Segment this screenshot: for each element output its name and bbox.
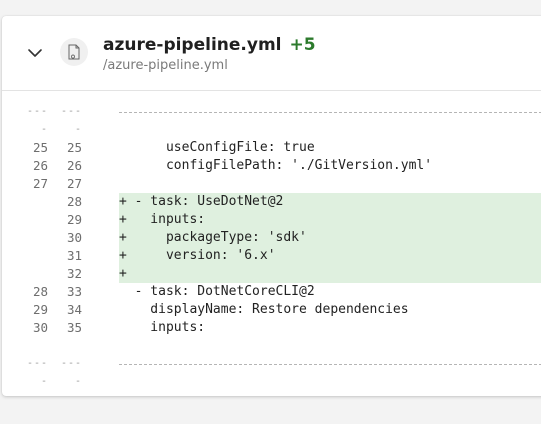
new-line-number: 29: [66, 212, 82, 227]
added-lines-count: +5: [289, 35, 316, 55]
diff-separator: ---- ----: [2, 355, 541, 387]
diff-line: [2, 337, 541, 355]
new-line-number: 33: [66, 284, 82, 299]
new-line-number: 34: [66, 302, 82, 317]
diff-line: 29 34 displayName: Restore dependencies: [2, 301, 541, 319]
new-line-number: 31: [66, 248, 82, 263]
hidden-lines-divider[interactable]: [119, 364, 541, 365]
diff-line-added: 29 + inputs:: [2, 211, 541, 229]
diff-line: 26 26 configFilePath: './GitVersion.yml': [2, 157, 541, 175]
code-text: + inputs:: [119, 211, 541, 229]
diff-line-added: 28 + - task: UseDotNet@2: [2, 193, 541, 211]
hidden-lines-divider[interactable]: [119, 112, 541, 113]
chevron-down-icon[interactable]: [26, 44, 44, 62]
diff-line-added: 30 + packageType: 'sdk': [2, 229, 541, 247]
new-line-number: 25: [66, 140, 82, 155]
file-header: azure-pipeline.yml +5 /azure-pipeline.yml: [2, 16, 541, 91]
file-name[interactable]: azure-pipeline.yml: [103, 35, 282, 55]
new-line-number: 27: [66, 176, 82, 191]
diff-line: 28 33 - task: DotNetCoreCLI@2: [2, 283, 541, 301]
code-text: inputs:: [119, 320, 206, 335]
code-text: + version: '6.x': [119, 247, 541, 265]
old-line-number: 27: [32, 176, 48, 191]
diff-line-added: 31 + version: '6.x': [2, 247, 541, 265]
code-text: useConfigFile: true: [119, 140, 315, 155]
new-line-number: 32: [66, 266, 82, 281]
file-title[interactable]: azure-pipeline.yml +5: [103, 35, 316, 55]
code-text: configFilePath: './GitVersion.yml': [119, 158, 433, 173]
diff-line: [2, 121, 541, 139]
new-line-number: 28: [66, 194, 82, 209]
old-line-number: 30: [32, 320, 48, 335]
code-text: + - task: UseDotNet@2: [119, 193, 541, 211]
file-path: /azure-pipeline.yml: [103, 58, 228, 73]
diff-separator: ---- ----: [2, 103, 541, 135]
diff-view: ---- ---- 25 25 useConfigFile: true 26 26 con…: [2, 103, 541, 387]
file-icon: [60, 38, 88, 66]
new-line-number: 26: [66, 158, 82, 173]
old-line-number: 29: [32, 302, 48, 317]
code-text: - task: DotNetCoreCLI@2: [119, 284, 315, 299]
new-line-number: 35: [66, 320, 82, 335]
new-line-number: 30: [66, 230, 82, 245]
new-line-number: ----: [60, 358, 82, 387]
diff-line: 27 27: [2, 175, 541, 193]
diff-line: 25 25 useConfigFile: true: [2, 139, 541, 157]
old-line-number: 25: [32, 140, 48, 155]
diff-line-added: 32 +: [2, 265, 541, 283]
old-line-number: 28: [32, 284, 48, 299]
old-line-number: ----: [26, 358, 48, 387]
code-text: displayName: Restore dependencies: [119, 302, 409, 317]
old-line-number: 26: [32, 158, 48, 173]
code-text: +: [119, 265, 541, 283]
diff-card: azure-pipeline.yml +5 /azure-pipeline.yml…: [2, 16, 541, 396]
code-text: + packageType: 'sdk': [119, 229, 541, 247]
diff-line: 30 35 inputs:: [2, 319, 541, 337]
